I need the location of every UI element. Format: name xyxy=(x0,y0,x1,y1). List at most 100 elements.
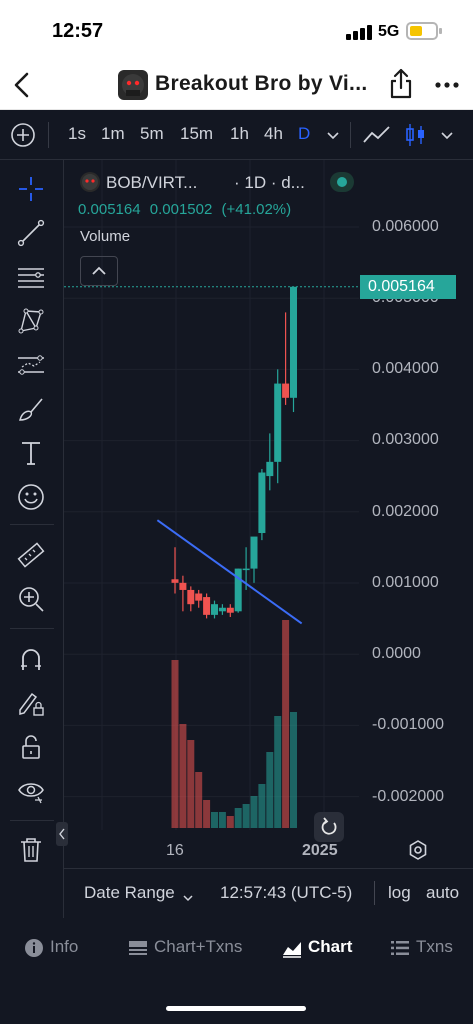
volume-bar xyxy=(242,804,250,828)
brush-icon[interactable] xyxy=(16,394,46,424)
date-axis: 16 2025 xyxy=(64,838,473,868)
log-scale-toggle[interactable]: log xyxy=(388,883,411,903)
forecast-icon[interactable] xyxy=(16,350,46,380)
price-tick: 0.001000 xyxy=(372,574,439,591)
add-indicator-icon[interactable] xyxy=(10,122,36,148)
tab-label: Txns xyxy=(416,937,453,956)
share-icon[interactable] xyxy=(386,66,416,102)
volume-bar xyxy=(195,772,203,828)
trash-icon[interactable] xyxy=(16,834,46,864)
change-percent: (+41.02%) xyxy=(221,201,292,218)
interval-5m[interactable]: 5m xyxy=(140,124,164,144)
interval-1s[interactable]: 1s xyxy=(68,124,86,144)
tool-divider xyxy=(10,524,54,525)
price-tick: 0.0000 xyxy=(372,645,421,662)
date-tick: 16 xyxy=(166,842,184,859)
price-tick: 0.004000 xyxy=(372,360,439,377)
lock-drawing-icon[interactable] xyxy=(16,688,46,718)
candle-body xyxy=(179,582,187,590)
trend-line-icon[interactable] xyxy=(16,218,46,248)
clock-timezone[interactable]: 12:57:43 (UTC-5) xyxy=(220,883,352,903)
tool-divider xyxy=(10,820,54,821)
date-range-button[interactable]: Date Range xyxy=(84,883,175,903)
candle-body xyxy=(290,286,297,398)
page-title: Breakout Bro by Vi... xyxy=(155,72,368,95)
volume-bar xyxy=(218,812,226,828)
signal-icon xyxy=(346,24,372,40)
candle-body xyxy=(171,579,179,583)
chevron-down-icon[interactable] xyxy=(182,889,194,902)
status-time: 12:57 xyxy=(52,20,104,42)
interval-15m[interactable]: 15m xyxy=(180,124,213,144)
candle-body xyxy=(203,597,211,615)
chevron-down-icon[interactable] xyxy=(440,128,454,140)
pattern-icon[interactable] xyxy=(16,306,46,336)
volume-bar xyxy=(234,808,242,828)
list-icon xyxy=(390,938,410,958)
volume-bar xyxy=(203,800,211,828)
date-tick: 2025 xyxy=(302,842,338,859)
interval-1m[interactable]: 1m xyxy=(101,124,125,144)
back-icon[interactable] xyxy=(8,68,38,102)
candlestick-icon[interactable] xyxy=(402,122,432,148)
chart-app: 1s 1m 5m 15m 1h 4h D BOB/VIRT... · 1D · … xyxy=(0,110,473,964)
crosshair-icon[interactable] xyxy=(16,174,46,204)
interval-4h[interactable]: 4h xyxy=(264,124,283,144)
status-bar: 12:57 5G xyxy=(0,0,473,60)
token-avatar xyxy=(80,172,100,192)
nav-bar: Breakout Bro by Vi... xyxy=(0,60,473,110)
price-tick: -0.001000 xyxy=(372,716,445,733)
auto-scale-toggle[interactable]: auto xyxy=(426,883,459,903)
candle-body xyxy=(274,383,282,462)
chart-icon xyxy=(282,938,302,958)
candle-body xyxy=(187,589,195,605)
text-icon[interactable] xyxy=(16,438,46,468)
magnet-icon[interactable] xyxy=(16,644,46,674)
volume-bar xyxy=(258,784,266,828)
interval-d[interactable]: D xyxy=(298,124,310,144)
toolbar-divider xyxy=(48,122,49,148)
unlock-icon[interactable] xyxy=(16,732,46,762)
chevron-down-icon[interactable] xyxy=(326,128,340,140)
chart-toolbar: 1s 1m 5m 15m 1h 4h D xyxy=(0,110,473,160)
tab-label: Chart xyxy=(308,937,353,956)
chart-bottom-bar: Date Range 12:57:43 (UTC-5) log auto xyxy=(64,868,473,918)
chart-pane[interactable]: BOB/VIRT... · 1D · d... 0.005164 0.00150… xyxy=(64,160,473,858)
volume-bar xyxy=(179,724,187,828)
interval-1h[interactable]: 1h xyxy=(230,124,249,144)
candle-body xyxy=(282,383,290,398)
battery-icon xyxy=(406,22,442,40)
live-indicator xyxy=(330,172,354,192)
volume-label: Volume xyxy=(80,228,131,245)
network-label: 5G xyxy=(378,23,400,40)
settings-icon[interactable] xyxy=(406,838,430,862)
tab-label: Chart+Txns xyxy=(154,937,243,956)
candle-body xyxy=(234,568,242,612)
symbol-label[interactable]: BOB/VIRT... xyxy=(106,173,197,193)
volume-bar xyxy=(226,816,234,828)
change-value: 0.001502 xyxy=(149,201,213,218)
info-icon xyxy=(24,938,44,958)
candle-body xyxy=(258,472,266,534)
candle-body xyxy=(266,461,274,477)
ruler-icon[interactable] xyxy=(16,540,46,570)
home-indicator xyxy=(166,1006,306,1011)
interval-label[interactable]: · 1D · d... xyxy=(234,173,305,193)
eye-icon[interactable] xyxy=(16,776,46,806)
volume-bar xyxy=(187,740,195,828)
line-chart-icon[interactable] xyxy=(362,122,392,148)
candle-body xyxy=(242,568,250,571)
legend-collapse-button[interactable] xyxy=(80,256,118,286)
zoom-in-icon[interactable] xyxy=(16,584,46,614)
volume-bar xyxy=(211,812,218,828)
volume-bar xyxy=(171,660,179,828)
more-icon[interactable] xyxy=(432,70,462,100)
emoji-icon[interactable] xyxy=(16,482,46,512)
horizontal-lines-icon[interactable] xyxy=(16,262,46,292)
chart-txns-icon xyxy=(128,938,148,958)
price-tick: 0.002000 xyxy=(372,503,439,520)
price-tick: 0.003000 xyxy=(372,431,439,448)
candle-body xyxy=(226,607,234,613)
volume-bar xyxy=(282,620,290,828)
tool-divider xyxy=(10,628,54,629)
